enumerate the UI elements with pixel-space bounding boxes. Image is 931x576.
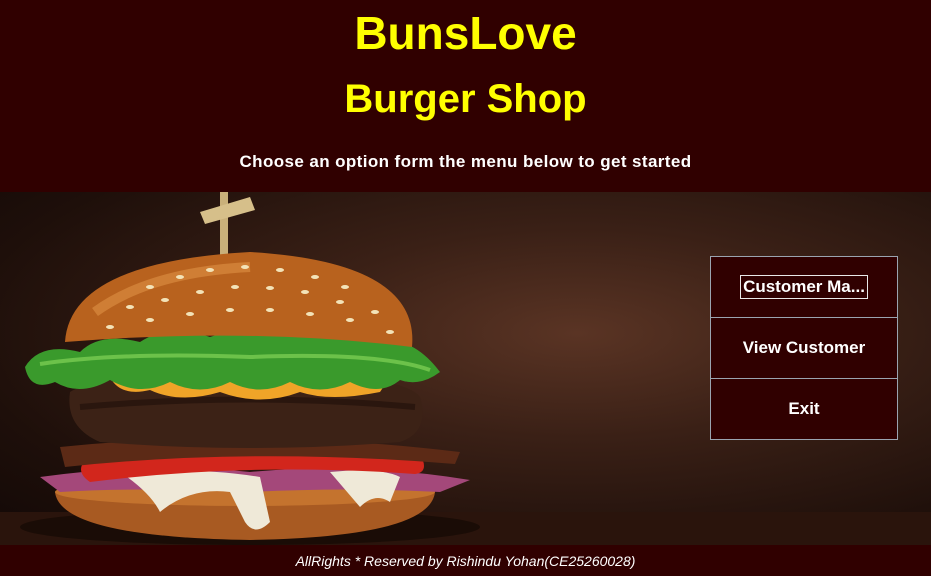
main-window: BunsLove Burger Shop Choose an option fo… bbox=[0, 0, 931, 576]
header-panel: BunsLove Burger Shop Choose an option fo… bbox=[0, 0, 931, 192]
view-customer-button[interactable]: View Customer bbox=[710, 317, 898, 379]
instruction-text: Choose an option form the menu below to … bbox=[239, 152, 692, 171]
app-subtitle: Burger Shop bbox=[344, 77, 587, 121]
customer-management-label: Customer Ma... bbox=[740, 275, 868, 299]
footer-panel: AllRights * Reserved by Rishindu Yohan(C… bbox=[0, 545, 931, 576]
exit-button[interactable]: Exit bbox=[710, 378, 898, 440]
app-title: BunsLove bbox=[354, 7, 577, 59]
view-customer-label: View Customer bbox=[742, 338, 866, 357]
copyright-text: AllRights * Reserved by Rishindu Yohan(C… bbox=[295, 553, 636, 569]
main-menu: Customer Ma... View Customer Exit bbox=[710, 256, 898, 440]
customer-management-button[interactable]: Customer Ma... bbox=[710, 256, 898, 318]
exit-label: Exit bbox=[788, 399, 820, 418]
